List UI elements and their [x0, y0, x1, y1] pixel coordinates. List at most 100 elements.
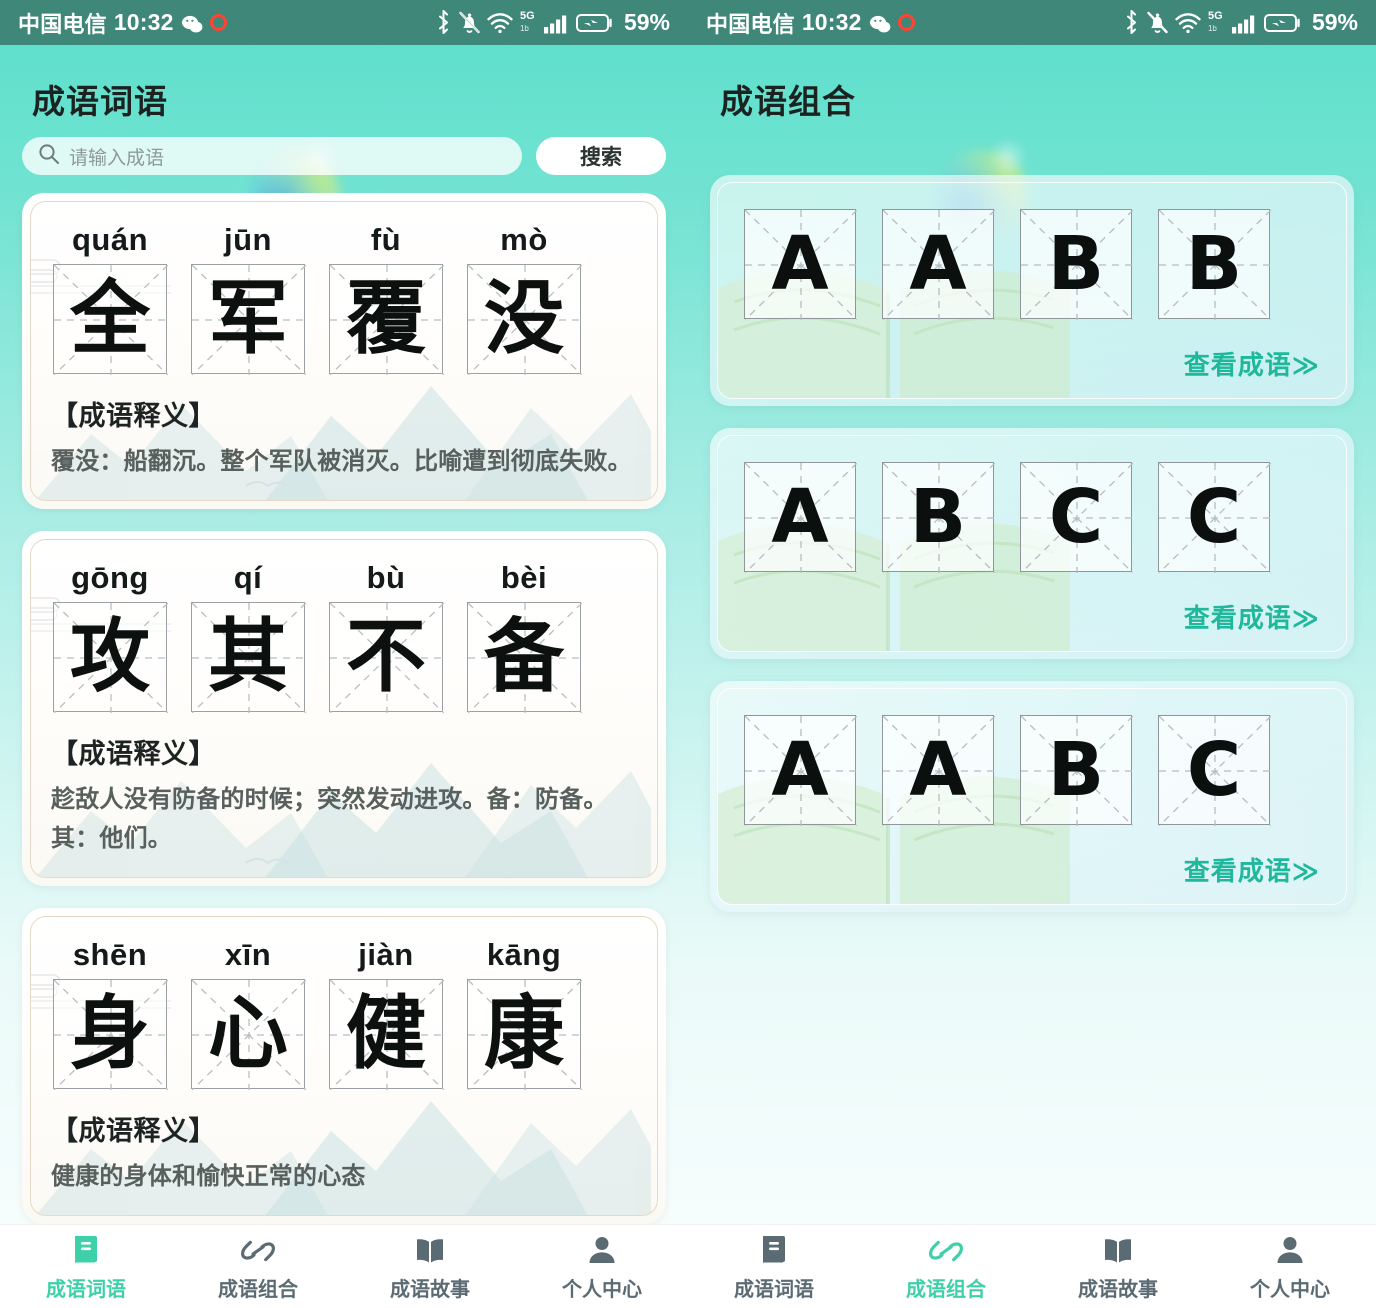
link-chain-icon	[241, 1232, 275, 1266]
tab-label: 成语故事	[1078, 1278, 1158, 1301]
wifi-icon	[1175, 12, 1201, 34]
page-body-left: 成语词语 请输入成语 搜索 quán 全 jūn 军 fù 覆 mò 没 【成语…	[0, 45, 688, 1224]
idiom-card-inner: gōng 攻 qí 其 bù 不 bèi 备 【成语释义】 趁敌人没有防备的时候…	[30, 538, 658, 878]
character-cell[interactable]: xīn 心	[189, 936, 307, 1090]
carrier-label: 中国电信	[18, 11, 107, 37]
pinyin-label: kāng	[486, 936, 562, 972]
hanzi-glyph: 全	[70, 272, 150, 365]
view-idiom-label: 查看成语	[1183, 603, 1292, 633]
letter-glyph: C	[1186, 474, 1242, 560]
tab-label: 成语词语	[734, 1278, 814, 1301]
idiom-card[interactable]: gōng 攻 qí 其 bù 不 bèi 备 【成语释义】 趁敌人没有防备的时候…	[22, 530, 666, 886]
character-cell[interactable]: jiàn 健	[327, 939, 445, 1090]
tab-label: 成语词语	[46, 1278, 126, 1301]
meaning-text: 健康的身体和愉快正常的心态	[51, 1162, 366, 1190]
hanzi-glyph: 身	[70, 986, 150, 1080]
battery-icon	[575, 12, 614, 34]
letter-box[interactable]: A	[744, 715, 857, 826]
status-bar-right-group: 5G 1b 59%	[1123, 9, 1358, 36]
letter-glyph: B	[1185, 221, 1243, 307]
hanzi-glyph: 心	[208, 986, 288, 1080]
tab-label: 成语组合	[906, 1278, 986, 1301]
search-button[interactable]: 搜索	[536, 137, 666, 175]
letter-box[interactable]: C	[1158, 462, 1271, 573]
letter-box[interactable]: C	[1020, 462, 1133, 573]
tab-idiom-story[interactable]: 成语故事	[1032, 1232, 1204, 1302]
globe-highlight-decoration	[988, 137, 1028, 177]
battery-percent-label: 59%	[1311, 9, 1358, 35]
letter-box[interactable]: A	[882, 209, 995, 320]
idiom-card[interactable]: shēn 身 xīn 心 jiàn 健 kāng 康 【成语释义】 健康的身体和…	[22, 907, 666, 1224]
signal-icon	[1231, 12, 1257, 34]
tab-label: 个人中心	[1250, 1278, 1330, 1301]
clock-label: 10:32	[801, 9, 862, 35]
combination-card[interactable]: A A B C 查看成语≫	[710, 681, 1354, 912]
letter-box[interactable]: A	[744, 209, 857, 320]
idiom-card-inner: shēn 身 xīn 心 jiàn 健 kāng 康 【成语释义】 健康的身体和…	[30, 915, 658, 1216]
idiom-card-list[interactable]: quán 全 jūn 军 fù 覆 mò 没 【成语释义】 覆没：船翻沉。整个军…	[0, 193, 688, 1224]
double-chevron-right-icon: ≫	[1291, 856, 1320, 886]
character-cell[interactable]: shēn 身	[51, 939, 169, 1090]
network-type-indicator: 5G 1b	[519, 9, 535, 33]
character-cell[interactable]: kāng 康	[465, 936, 583, 1090]
tianzige-box: 其	[191, 601, 306, 713]
letter-row: A B C C	[744, 462, 1320, 573]
tab-idiom-story[interactable]: 成语故事	[344, 1232, 516, 1302]
letter-box[interactable]: B	[882, 462, 995, 573]
combination-card-list[interactable]: A A B B 查看成语≫ A B C C 查看成语≫ A A B C 查看成语…	[688, 175, 1376, 1224]
letter-box[interactable]: B	[1020, 715, 1133, 826]
idiom-card[interactable]: quán 全 jūn 军 fù 覆 mò 没 【成语释义】 覆没：船翻沉。整个军…	[22, 193, 666, 509]
letter-glyph: C	[1048, 474, 1104, 560]
character-cell[interactable]: gōng 攻	[51, 562, 169, 713]
hanzi-glyph: 健	[346, 986, 426, 1080]
tab-idiom-combination[interactable]: 成语组合	[860, 1232, 1032, 1302]
pinyin-label: xīn	[224, 936, 272, 972]
carrier-label: 中国电信	[706, 11, 795, 37]
letter-glyph: A	[771, 474, 829, 560]
tab-personal-center[interactable]: 个人中心	[1204, 1232, 1376, 1302]
letter-box[interactable]: B	[1020, 209, 1133, 320]
pinyin-label: quán	[71, 222, 149, 257]
tab-personal-center[interactable]: 个人中心	[516, 1232, 688, 1302]
view-idiom-link[interactable]: 查看成语≫	[744, 851, 1320, 888]
view-idiom-link[interactable]: 查看成语≫	[744, 598, 1320, 635]
character-cell[interactable]: bù 不	[327, 562, 445, 713]
search-input[interactable]: 请输入成语	[22, 137, 522, 175]
pinyin-label: bèi	[500, 559, 548, 595]
hanzi-glyph: 没	[484, 272, 564, 365]
page-title: 成语词语	[32, 83, 168, 120]
view-idiom-link[interactable]: 查看成语≫	[744, 345, 1320, 382]
letter-box[interactable]: B	[1158, 209, 1271, 320]
status-bar-right-group: 5G 1b 59%	[435, 9, 670, 36]
book-open-icon	[1101, 1232, 1135, 1266]
status-bar-right: 中国电信 10:32 5G 1b 59%	[688, 0, 1376, 45]
character-cell[interactable]: fù 覆	[327, 224, 445, 375]
character-cell[interactable]: quán 全	[51, 222, 169, 375]
bottom-tab-bar-left: 成语词语 成语组合 成语故事 个人中心	[0, 1224, 688, 1308]
character-cell[interactable]: bèi 备	[465, 559, 583, 713]
idiom-card-inner: quán 全 jūn 军 fù 覆 mò 没 【成语释义】 覆没：船翻沉。整个军…	[30, 201, 658, 501]
combination-card[interactable]: A A B B 查看成语≫	[710, 175, 1354, 406]
letter-glyph: A	[771, 221, 829, 307]
character-row: gōng 攻 qí 其 bù 不 bèi 备	[51, 559, 637, 713]
book-closed-icon	[71, 1232, 101, 1266]
character-cell[interactable]: qí 其	[189, 562, 307, 713]
tab-idiom-words[interactable]: 成语词语	[688, 1232, 860, 1302]
combination-card-inner: A B C C 查看成语≫	[717, 435, 1347, 652]
tab-idiom-combination[interactable]: 成语组合	[172, 1232, 344, 1302]
letter-box[interactable]: C	[1158, 715, 1271, 826]
letter-glyph: A	[909, 221, 967, 307]
character-cell[interactable]: mò 没	[465, 222, 583, 375]
tab-idiom-words[interactable]: 成语词语	[0, 1232, 172, 1302]
character-cell[interactable]: jūn 军	[189, 224, 307, 375]
character-row: shēn 身 xīn 心 jiàn 健 kāng 康	[51, 936, 637, 1090]
letter-box[interactable]: A	[744, 462, 857, 573]
character-row: quán 全 jūn 军 fù 覆 mò 没	[51, 222, 637, 375]
letter-box[interactable]: A	[882, 715, 995, 826]
pinyin-label: mò	[500, 222, 548, 257]
tianzige-box: 全	[53, 264, 168, 375]
letter-glyph: B	[909, 474, 967, 560]
combination-card[interactable]: A B C C 查看成语≫	[710, 428, 1354, 659]
tianzige-box: 备	[467, 601, 582, 713]
letter-glyph: B	[1047, 221, 1105, 307]
